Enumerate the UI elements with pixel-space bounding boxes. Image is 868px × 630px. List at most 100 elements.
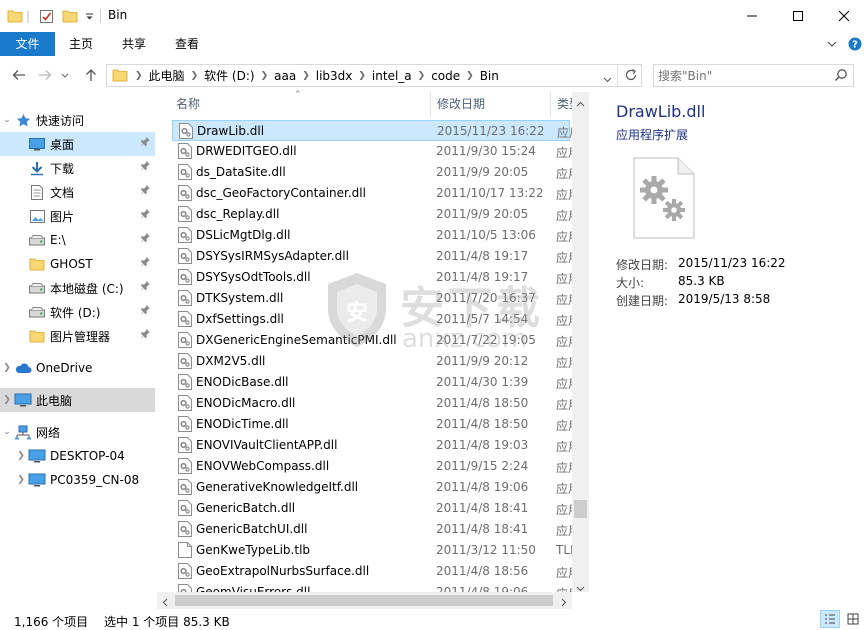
pin-icon[interactable] (140, 160, 151, 174)
search-icon[interactable] (834, 68, 848, 85)
sidebar-item-pinned[interactable]: 软件 (D:) (0, 300, 155, 324)
table-row[interactable]: GenerativeKnowledgeItf.dll 2011/4/8 19:0… (172, 477, 572, 498)
sidebar-item-pinned[interactable]: 图片 (0, 204, 155, 228)
tab-home[interactable]: 主页 (58, 32, 104, 56)
sidebar-item-pinned[interactable]: 本地磁盘 (C:) (0, 276, 155, 300)
table-row[interactable]: ENOVIVaultClientAPP.dll 2011/4/8 19:03 应… (172, 435, 572, 456)
table-row[interactable]: DSYSysIRMSysAdapter.dll 2011/4/8 19:17 应… (172, 246, 572, 267)
sidebar-item-pc0359[interactable]: ❯ PC0359_CN-08 (0, 468, 155, 492)
pin-icon[interactable] (140, 328, 151, 342)
pin-icon[interactable] (140, 304, 151, 318)
chevron-down-icon[interactable]: ⌄ (0, 115, 14, 125)
breadcrumb-lib3dx[interactable]: lib3dx (312, 69, 357, 83)
sidebar-item-this-pc[interactable]: ❯ 此电脑 (0, 388, 155, 412)
table-row[interactable]: GenKweTypeLib.tlb 2011/3/12 11:50 TLB (172, 540, 572, 561)
chevron-right-icon[interactable]: ❯ (0, 363, 14, 373)
expand-ribbon-button[interactable] (820, 32, 844, 56)
large-icons-view-button[interactable] (843, 610, 863, 628)
table-row[interactable]: GenericBatchUI.dll 2011/4/8 18:41 应用程序扩展 (172, 519, 572, 540)
details-view-button[interactable] (820, 610, 840, 628)
breadcrumb-intel-a[interactable]: intel_a (368, 69, 416, 83)
table-row[interactable]: DxfSettings.dll 2011/5/7 14:54 应用程序扩展 (172, 309, 572, 330)
vertical-scrollbar[interactable] (572, 92, 589, 592)
sidebar-item-pinned[interactable]: 桌面 (0, 132, 155, 156)
table-row[interactable]: DXM2V5.dll 2011/9/9 20:12 应用程序扩展 (172, 351, 572, 372)
chevron-right-icon[interactable]: ❯ (356, 71, 368, 81)
column-header-name[interactable]: 名称 (176, 92, 432, 117)
chevron-down-icon[interactable]: ⌄ (0, 427, 14, 437)
pin-icon[interactable] (140, 208, 151, 222)
sidebar-item-pinned[interactable]: E:\ (0, 228, 155, 252)
chevron-right-icon[interactable]: ❯ (0, 395, 14, 405)
table-row[interactable]: ENODicTime.dll 2011/4/8 18:50 应用程序扩展 (172, 414, 572, 435)
pin-icon[interactable] (140, 184, 151, 198)
chevron-right-icon[interactable]: ❯ (14, 475, 28, 485)
forward-button[interactable] (34, 64, 56, 86)
refresh-icon[interactable] (624, 68, 638, 85)
up-button[interactable] (80, 64, 102, 86)
breadcrumb-drive-d[interactable]: 软件 (D:) (200, 67, 258, 84)
table-row[interactable]: DSLicMgtDlg.dll 2011/10/5 13:06 应用程序扩展 (172, 225, 572, 246)
table-row[interactable]: DXGenericEngineSemanticPMI.dll 2011/7/22… (172, 330, 572, 351)
address-bar[interactable]: ❯ 此电脑 ❯ 软件 (D:) ❯ aaa ❯ lib3dx ❯ intel_a… (106, 64, 642, 87)
customize-toolbar-icon[interactable] (82, 0, 96, 32)
scroll-down-icon[interactable] (576, 581, 585, 595)
close-button[interactable] (821, 0, 867, 32)
table-row[interactable]: GenericBatch.dll 2011/4/8 18:41 应用程序扩展 (172, 498, 572, 519)
new-folder-icon[interactable] (60, 0, 80, 32)
help-button[interactable]: ? (843, 32, 867, 56)
chevron-right-icon[interactable]: ❯ (464, 71, 476, 81)
column-header-date[interactable]: 修改日期 (437, 92, 549, 117)
pin-icon[interactable] (140, 232, 151, 246)
table-row[interactable]: DrawLib.dll 2015/11/23 16:22 应用程序扩展 (172, 120, 573, 141)
sidebar-item-desktop-04[interactable]: ❯ DESKTOP-04 (0, 444, 155, 468)
horizontal-scroll-thumb[interactable] (175, 595, 553, 606)
tab-share[interactable]: 共享 (111, 32, 157, 56)
horizontal-scrollbar[interactable] (157, 592, 572, 609)
chevron-right-icon[interactable]: ❯ (416, 71, 428, 81)
search-input[interactable] (658, 67, 828, 84)
search-box[interactable] (653, 64, 854, 87)
column-divider[interactable] (550, 92, 551, 117)
sidebar-item-pinned[interactable]: 下载 (0, 156, 155, 180)
breadcrumb-bin[interactable]: Bin (476, 69, 503, 83)
breadcrumb-this-pc[interactable]: 此电脑 (145, 67, 189, 84)
sidebar-item-pinned[interactable]: 文档 (0, 180, 155, 204)
recent-locations-button[interactable] (58, 64, 72, 86)
properties-icon[interactable] (36, 0, 56, 32)
table-row[interactable]: dsc_GeoFactoryContainer.dll 2011/10/17 1… (172, 183, 572, 204)
pin-icon[interactable] (140, 280, 151, 294)
tab-view[interactable]: 查看 (164, 32, 210, 56)
minimize-button[interactable] (729, 0, 775, 32)
table-row[interactable]: ds_DataSite.dll 2011/9/9 20:05 应用程序扩展 (172, 162, 572, 183)
pin-icon[interactable] (140, 256, 151, 270)
table-row[interactable]: GeoExtrapolNurbsSurface.dll 2011/4/8 18:… (172, 561, 572, 582)
vertical-scroll-thumb[interactable] (574, 500, 587, 518)
column-header-type[interactable]: 类型 (557, 92, 572, 117)
sidebar-item-quick-access[interactable]: ⌄ 快速访问 (0, 108, 155, 132)
breadcrumb-aaa[interactable]: aaa (270, 69, 300, 83)
chevron-right-icon[interactable]: ❯ (259, 71, 271, 81)
table-row[interactable]: DSYSysOdtTools.dll 2011/4/8 19:17 应用程序扩展 (172, 267, 572, 288)
table-row[interactable]: dsc_Replay.dll 2011/9/9 20:05 应用程序扩展 (172, 204, 572, 225)
maximize-button[interactable] (775, 0, 821, 32)
table-row[interactable]: ENOVWebCompass.dll 2011/9/15 2:24 应用程序扩展 (172, 456, 572, 477)
chevron-right-icon[interactable]: ❯ (300, 71, 312, 81)
sidebar-item-network[interactable]: ⌄ 网络 (0, 420, 155, 444)
tab-file[interactable]: 文件 (0, 32, 55, 56)
scroll-up-icon[interactable] (576, 96, 585, 110)
table-row[interactable]: ENODicMacro.dll 2011/4/8 18:50 应用程序扩展 (172, 393, 572, 414)
column-divider[interactable] (430, 92, 431, 117)
chevron-right-icon[interactable]: ❯ (189, 71, 201, 81)
table-row[interactable]: DTKSystem.dll 2011/7/20 16:37 应用程序扩展 (172, 288, 572, 309)
table-row[interactable]: DRWEDITGEO.dll 2011/9/30 15:24 应用程序扩展 (172, 141, 572, 162)
sidebar-item-pinned[interactable]: 图片管理器 (0, 324, 155, 348)
sidebar-item-pinned[interactable]: GHOST (0, 252, 155, 276)
chevron-down-icon[interactable] (603, 72, 612, 86)
table-row[interactable]: ENODicBase.dll 2011/4/30 1:39 应用程序扩展 (172, 372, 572, 393)
pin-icon[interactable] (140, 136, 151, 150)
breadcrumb-code[interactable]: code (427, 69, 464, 83)
back-button[interactable] (8, 64, 30, 86)
sidebar-item-onedrive[interactable]: ❯ OneDrive (0, 356, 155, 380)
chevron-right-icon[interactable]: ❯ (14, 451, 28, 461)
